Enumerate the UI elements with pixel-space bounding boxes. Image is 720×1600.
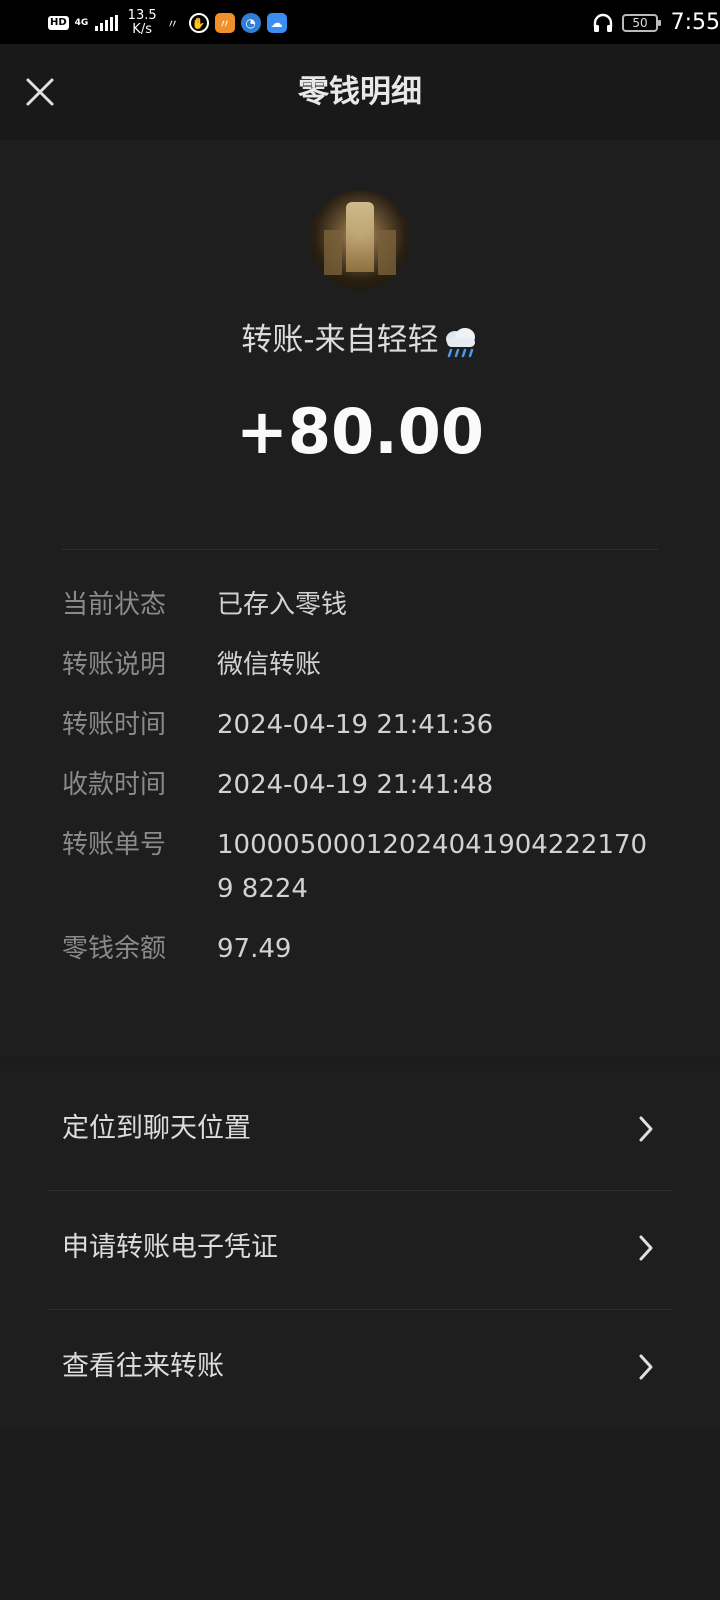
action-label: 查看往来转账 (62, 1351, 224, 1382)
network-speed: 13.5 K/s (128, 9, 157, 37)
browser-app-icon: ◔ (240, 13, 261, 33)
detail-value: 97.49 (217, 934, 292, 964)
top-nav-bar: 零钱明细 (0, 44, 720, 140)
transfer-detail-card: 转账-来自轻轻 +80.00 当前状态 已存入零钱 转账说明 微信转账 转账时间… (0, 140, 720, 1056)
detail-value: 微信转账 (217, 650, 322, 680)
detail-label: 收款时间 (62, 770, 167, 800)
cloud-app-icon: ☁ (266, 13, 287, 33)
divider (62, 549, 658, 550)
transaction-id[interactable]: 100005000120240419042221709 8224 (217, 823, 657, 911)
app-notification-icon: 〃 (166, 16, 179, 31)
action-label: 定位到聊天位置 (62, 1113, 251, 1144)
hand-icon: ✋ (188, 13, 209, 33)
detail-value: 2024-04-19 21:41:48 (217, 770, 494, 800)
rain-cloud-emoji-icon (445, 327, 475, 357)
counterparty-label: 转账-来自轻轻 (241, 322, 439, 358)
hd-badge: HD (48, 16, 69, 30)
detail-row-receive-time: 收款时间 2024-04-19 21:41:48 (62, 763, 662, 807)
detail-label: 转账时间 (62, 710, 167, 740)
detail-label: 转账单号 (62, 830, 167, 860)
headphones-icon (593, 13, 613, 32)
network-speed-unit: K/s (132, 22, 152, 37)
clock: 7:55 (670, 10, 720, 35)
network-speed-value: 13.5 (127, 8, 157, 23)
action-label: 申请转账电子凭证 (62, 1232, 278, 1263)
detail-row-note: 转账说明 微信转账 (62, 643, 662, 687)
detail-label: 零钱余额 (62, 934, 167, 964)
detail-row-transaction-id: 转账单号 100005000120240419042221709 8224 (62, 823, 662, 911)
detail-label: 当前状态 (62, 590, 167, 620)
detail-value: 已存入零钱 (217, 590, 348, 620)
network-type: 4G (74, 17, 89, 28)
detail-row-balance: 零钱余额 97.49 (62, 927, 662, 971)
chevron-right-icon (639, 1354, 653, 1380)
detail-row-transfer-time: 转账时间 2024-04-19 21:41:36 (62, 703, 662, 747)
status-bar-left: HD 4G 13.5 K/s 〃 ✋ 〃 ◔ ☁ (48, 8, 287, 38)
request-e-voucher-button[interactable]: 申请转账电子凭证 (0, 1190, 720, 1309)
signal-icon (94, 15, 118, 31)
detail-label: 转账说明 (62, 650, 167, 680)
orange-app-icon: 〃 (214, 13, 235, 33)
locate-chat-button[interactable]: 定位到聊天位置 (0, 1071, 720, 1190)
view-transfer-history-button[interactable]: 查看往来转账 (0, 1309, 720, 1428)
battery-indicator: 50 (622, 14, 661, 32)
detail-value: 2024-04-19 21:41:36 (217, 710, 494, 740)
transfer-amount: +80.00 (235, 395, 485, 468)
action-list: 定位到聊天位置 申请转账电子凭证 查看往来转账 (0, 1071, 720, 1428)
transfer-counterparty: 转账-来自轻轻 (0, 318, 720, 362)
status-bar-right: 50 (592, 8, 661, 38)
chevron-right-icon (639, 1116, 653, 1142)
detail-list: 当前状态 已存入零钱 转账说明 微信转账 转账时间 2024-04-19 21:… (62, 583, 662, 987)
status-bar: HD 4G 13.5 K/s 〃 ✋ 〃 ◔ ☁ 50 7:55 (0, 0, 720, 44)
chevron-right-icon (639, 1235, 653, 1261)
page-title: 零钱明细 (298, 74, 422, 110)
avatar[interactable] (310, 190, 410, 290)
detail-row-status: 当前状态 已存入零钱 (62, 583, 662, 627)
